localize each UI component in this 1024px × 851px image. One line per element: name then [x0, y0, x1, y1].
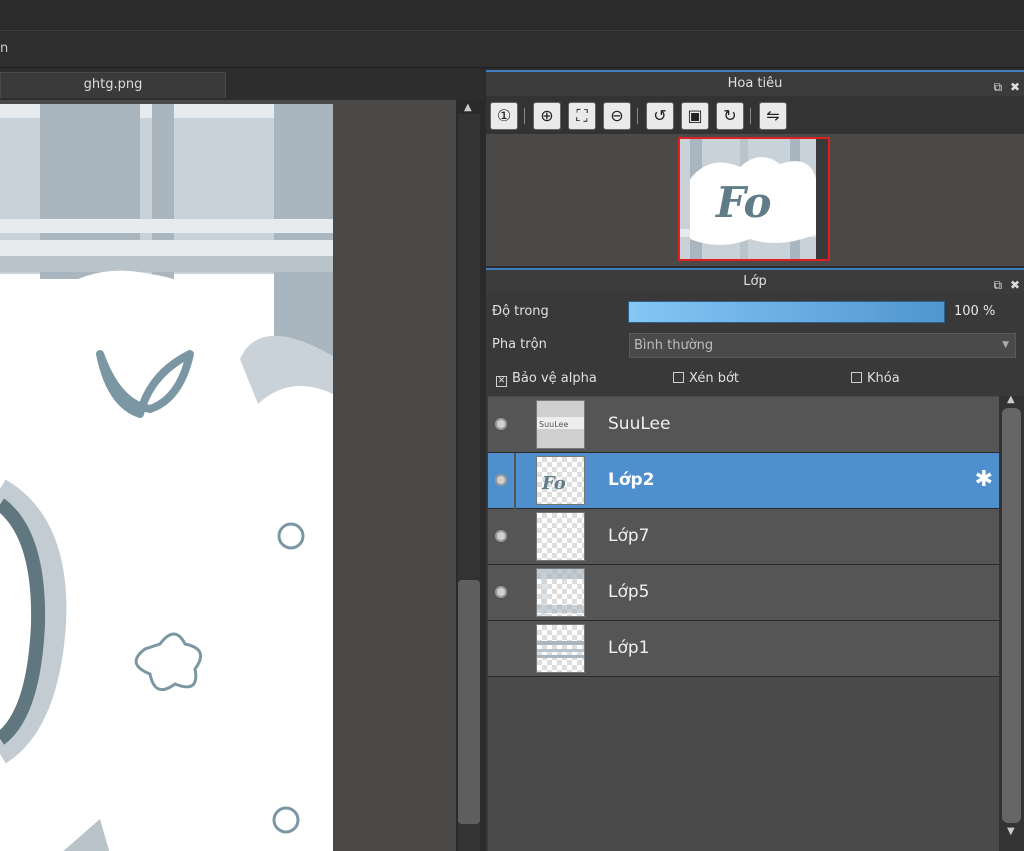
layer-row[interactable]: Lớp1 — [488, 621, 999, 677]
layer-row-selected[interactable]: Fo Lớp2 ✱ — [488, 453, 999, 509]
opacity-slider[interactable] — [628, 301, 945, 323]
layer-row[interactable]: Lớp5 — [488, 565, 999, 621]
flip-icon[interactable]: ⇋ — [759, 102, 787, 130]
layer-thumbnail — [536, 624, 585, 673]
lock-label: Khóa — [867, 371, 900, 386]
zoom-out-icon[interactable]: ⊖ — [603, 102, 631, 130]
gear-icon[interactable]: ✱ — [975, 467, 993, 492]
canvas-area[interactable] — [0, 100, 456, 851]
layer-row[interactable]: Lớp7 — [488, 509, 999, 565]
navigator-thumbnail: Fo — [680, 139, 828, 259]
layer-name: SuuLee — [608, 414, 671, 434]
navigator-viewport-frame[interactable]: Fo — [678, 137, 830, 261]
lock-checkbox[interactable]: Khóa — [851, 371, 900, 386]
layer-gutter — [514, 453, 516, 509]
layer-panel: Lớp ⧉ ✖ Độ trong 100 % Pha trộn Bình thư… — [486, 268, 1024, 851]
navigator-title: Hoa tiêu — [727, 76, 783, 91]
popout-icon[interactable]: ⧉ — [994, 278, 1003, 292]
popout-icon[interactable]: ⧉ — [994, 80, 1003, 94]
rotate-right-icon[interactable]: ↻ — [716, 102, 744, 130]
document-tab-bar: ghtg.png — [0, 70, 484, 100]
protect-alpha-label: Bảo vệ alpha — [512, 371, 597, 386]
document-tab[interactable]: ghtg.png — [0, 72, 226, 98]
scroll-thumb[interactable] — [458, 580, 480, 824]
close-icon[interactable]: ✖ — [1010, 278, 1020, 292]
canvas-artwork — [0, 104, 333, 851]
menu-bar: n — [0, 30, 1024, 68]
layer-thumbnail: SuuLee — [536, 400, 585, 449]
visibility-eye-icon[interactable] — [495, 586, 507, 598]
navigator-thumb-text: Fo — [715, 178, 772, 227]
navigator-preview[interactable]: Fo — [486, 134, 1024, 266]
layer-panel-header: Lớp ⧉ ✖ — [486, 268, 1024, 294]
layer-name: Lớp7 — [608, 526, 650, 546]
zoom-actual-icon[interactable]: ① — [490, 102, 518, 130]
layer-list: SuuLee SuuLee Fo Lớp2 ✱ Lớp7 Lớp5 Lớp1 — [488, 396, 999, 851]
layer-row[interactable]: SuuLee SuuLee — [488, 397, 999, 453]
zoom-in-icon[interactable]: ⊕ — [533, 102, 561, 130]
chevron-down-icon: ▼ — [1002, 340, 1009, 350]
clip-checkbox[interactable]: Xén bớt — [673, 371, 739, 386]
rotate-left-icon[interactable]: ↺ — [646, 102, 674, 130]
navigator-toolbar: ① ⊕ ⛶ ⊖ ↺ ▣ ↻ ⇋ — [486, 96, 1024, 134]
layer-panel-title: Lớp — [743, 274, 767, 289]
layer-name: Lớp2 — [608, 470, 655, 490]
close-icon[interactable]: ✖ — [1010, 80, 1020, 94]
scroll-up-icon[interactable]: ▲ — [1007, 394, 1015, 405]
navigator-panel: Hoa tiêu ⧉ ✖ ① ⊕ ⛶ ⊖ ↺ ▣ ↻ ⇋ Fo — [486, 70, 1024, 266]
checkbox-empty-icon — [673, 372, 684, 383]
toolbar-separator — [637, 108, 638, 124]
fit-screen-icon[interactable]: ⛶ — [568, 102, 596, 130]
navigator-header: Hoa tiêu ⧉ ✖ — [486, 70, 1024, 96]
layer-thumbnail: Fo — [536, 456, 585, 505]
toolbar-separator — [524, 108, 525, 124]
svg-text:SuuLee: SuuLee — [539, 420, 568, 429]
blend-mode-label: Pha trộn — [492, 337, 547, 352]
checkbox-empty-icon — [851, 372, 862, 383]
canvas-vertical-scrollbar[interactable]: ▲ — [456, 100, 484, 851]
opacity-label: Độ trong — [492, 304, 549, 319]
clip-label: Xén bớt — [689, 371, 739, 386]
protect-alpha-checkbox[interactable]: ✕ Bảo vệ alpha — [496, 371, 597, 387]
title-bar — [0, 0, 1024, 28]
menu-fragment[interactable]: n — [0, 41, 8, 56]
svg-text:Fo: Fo — [541, 473, 566, 494]
visibility-eye-icon[interactable] — [495, 474, 507, 486]
layer-thumbnail — [536, 568, 585, 617]
blend-mode-select[interactable]: Bình thường ▼ — [629, 333, 1016, 358]
blend-mode-value: Bình thường — [634, 338, 714, 353]
layer-thumbnail — [536, 512, 585, 561]
opacity-value: 100 % — [954, 304, 996, 319]
scroll-down-icon[interactable]: ▼ — [1007, 826, 1015, 837]
layer-name: Lớp5 — [608, 582, 650, 602]
fit-window-icon[interactable]: ▣ — [681, 102, 709, 130]
visibility-eye-icon[interactable] — [495, 530, 507, 542]
visibility-eye-icon[interactable] — [495, 418, 507, 430]
scroll-up-icon[interactable]: ▲ — [464, 102, 472, 113]
layer-name: Lớp1 — [608, 638, 650, 658]
checkbox-checked-icon: ✕ — [496, 376, 507, 387]
toolbar-separator — [750, 108, 751, 124]
layer-list-scrollbar[interactable]: ▲ ▼ — [999, 394, 1024, 851]
scroll-thumb[interactable] — [1002, 408, 1021, 823]
